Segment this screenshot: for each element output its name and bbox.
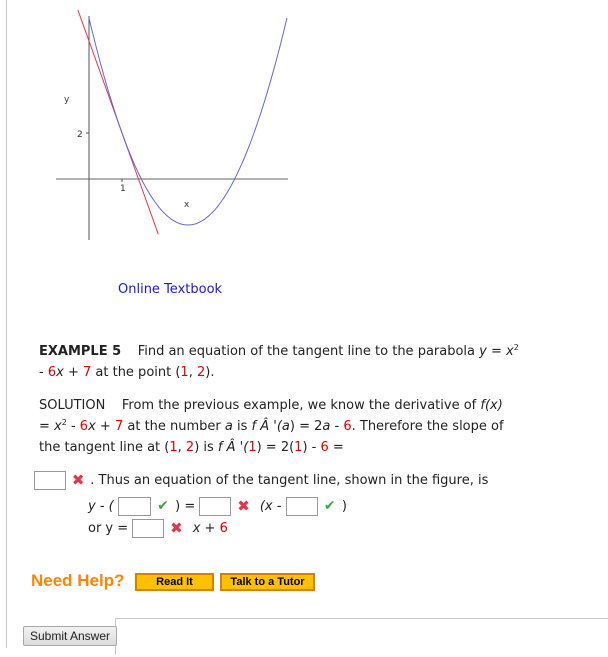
incorrect-icon: ✖ bbox=[170, 519, 183, 537]
y1-input[interactable] bbox=[117, 497, 151, 516]
x-axis-label: x bbox=[184, 200, 190, 210]
example-label: EXAMPLE 5 bbox=[39, 344, 122, 359]
y-axis-label: y bbox=[64, 95, 70, 105]
tangent-line-graph: y x 2 1 bbox=[56, 10, 288, 240]
correct-icon: ✔ bbox=[323, 498, 336, 514]
tangent-line bbox=[77, 10, 159, 235]
y-tick-label: 2 bbox=[77, 130, 83, 140]
online-textbook-link[interactable]: Online Textbook bbox=[118, 282, 222, 297]
need-help-label: Need Help? bbox=[31, 571, 125, 590]
incorrect-icon: ✖ bbox=[71, 471, 85, 489]
incorrect-icon: ✖ bbox=[237, 497, 250, 515]
read-it-button[interactable]: Read It bbox=[135, 573, 214, 591]
slope-input-3[interactable] bbox=[132, 519, 165, 538]
answer-line-1: ✖ . Thus an equation of the tangent line… bbox=[34, 470, 554, 491]
solution-label: SOLUTION bbox=[39, 398, 106, 413]
submit-answer-button[interactable]: Submit Answer bbox=[23, 626, 117, 646]
panel-border bbox=[6, 0, 7, 648]
example-text: EXAMPLE 5 Find an equation of the tangen… bbox=[39, 343, 519, 381]
solution-text: SOLUTION From the previous example, we k… bbox=[39, 398, 504, 455]
talk-to-tutor-button[interactable]: Talk to a Tutor bbox=[220, 573, 315, 591]
x1-input[interactable] bbox=[285, 497, 318, 516]
answer-line-2: y - ( ✔ ) = ✖ (x - ✔ ) bbox=[88, 497, 347, 516]
parabola-curve bbox=[88, 17, 288, 226]
correct-icon: ✔ bbox=[157, 498, 169, 514]
answer-line-3: or y = ✖ x + 6 bbox=[88, 519, 228, 538]
slope-input[interactable] bbox=[34, 471, 66, 490]
x-tick-label: 1 bbox=[120, 184, 126, 194]
slope-input-2[interactable] bbox=[199, 497, 232, 516]
tab-divider bbox=[116, 618, 608, 619]
